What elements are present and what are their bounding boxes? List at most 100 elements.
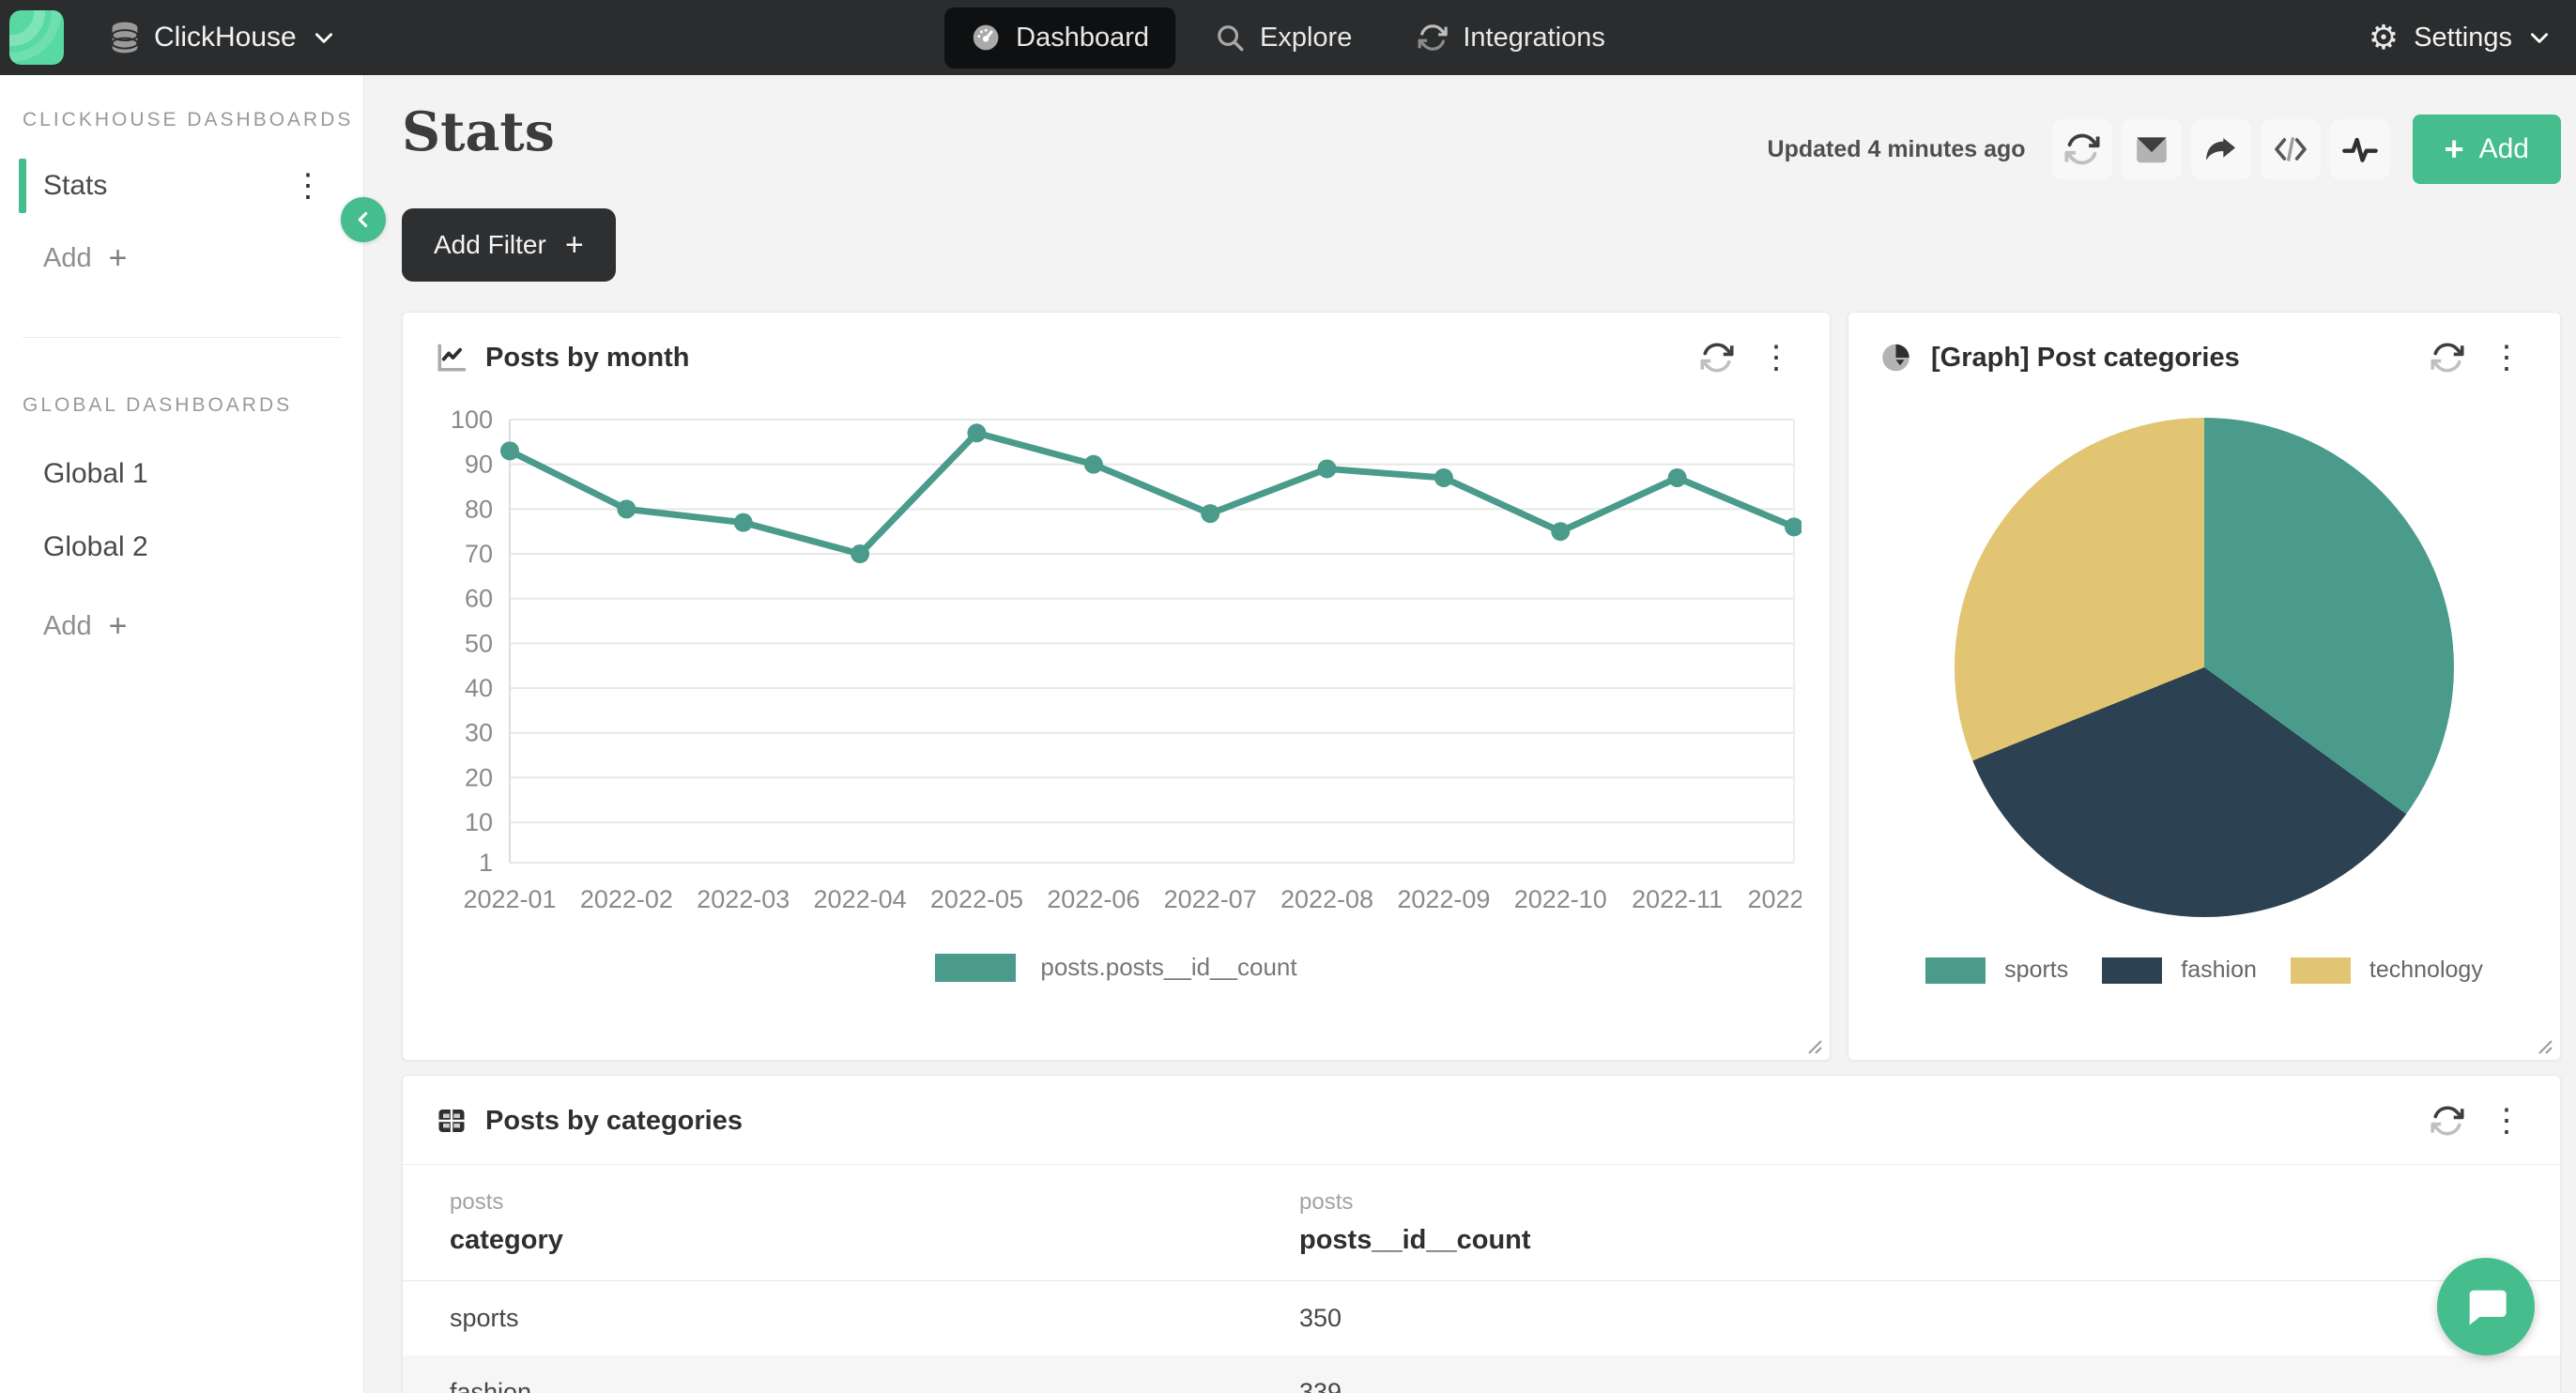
tab-explore-label: Explore: [1260, 23, 1352, 54]
cell-count: 350: [1252, 1281, 2560, 1356]
sidebar-divider: [23, 337, 341, 338]
search-icon: [1215, 23, 1245, 53]
embed-code-button[interactable]: [2261, 119, 2321, 179]
svg-text:70: 70: [465, 540, 493, 568]
share-dashboard-button[interactable]: [2191, 119, 2251, 179]
plus-icon: +: [109, 240, 128, 277]
cell-category: sports: [403, 1281, 1252, 1356]
top-nav: ClickHouse Dashboard Explore: [0, 0, 2576, 75]
tab-integrations-label: Integrations: [1463, 23, 1605, 54]
legend-item-technology: technology: [2291, 957, 2483, 984]
table-row[interactable]: sports 350: [403, 1281, 2560, 1356]
sidebar: CLICKHOUSE DASHBOARDS Stats ⋮ Add + GLOB…: [0, 75, 364, 1393]
refresh-widget-button[interactable]: [2430, 341, 2464, 375]
tab-integrations[interactable]: Integrations: [1391, 8, 1632, 69]
legend-label: posts.posts__id__count: [1040, 953, 1296, 982]
svg-text:2022-02: 2022-02: [580, 885, 673, 913]
pie-chart-legend: sports fashion technology: [1925, 957, 2483, 984]
refresh-widget-button[interactable]: [2430, 1104, 2464, 1138]
tab-dashboard[interactable]: Dashboard: [944, 8, 1175, 69]
brand-label: ClickHouse: [154, 22, 297, 54]
table-row[interactable]: fashion 339: [403, 1355, 2560, 1393]
add-filter-label: Add Filter: [434, 230, 546, 260]
chat-bubble-icon: [2461, 1282, 2510, 1331]
sidebar-section-clickhouse-title: CLICKHOUSE DASHBOARDS: [0, 109, 363, 131]
svg-text:2022-11: 2022-11: [1632, 885, 1723, 913]
mail-icon: [2134, 131, 2170, 167]
legend-swatch: [1925, 957, 1986, 984]
line-chart-legend: posts.posts__id__count: [431, 953, 1802, 982]
card-post-categories-header: [Graph] Post categories ⋮: [1848, 313, 2560, 384]
kebab-icon[interactable]: ⋮: [2481, 1102, 2532, 1140]
svg-text:2022-04: 2022-04: [814, 885, 907, 913]
share-forward-icon: [2203, 131, 2239, 167]
table-icon: [435, 1104, 468, 1138]
svg-text:2022-01: 2022-01: [463, 885, 556, 913]
updated-timestamp: Updated 4 minutes ago: [1768, 136, 2026, 163]
line-chart-plot: 11020304050607080901002022-012022-022022…: [431, 393, 1802, 947]
legend-item-sports: sports: [1925, 957, 2068, 984]
legend-label: fashion: [2181, 957, 2257, 984]
legend-swatch: [2102, 957, 2162, 984]
datasource-switcher[interactable]: ClickHouse: [111, 22, 336, 54]
refresh-icon: [2430, 1104, 2464, 1138]
sidebar-item-global-1[interactable]: Global 1: [0, 458, 363, 490]
svg-text:100: 100: [451, 406, 493, 434]
active-indicator: [19, 159, 26, 213]
refresh-dashboard-button[interactable]: [2052, 119, 2112, 179]
cell-count: 339: [1252, 1355, 2560, 1393]
line-chart-icon: [435, 341, 468, 375]
add-filter-button[interactable]: Add Filter +: [402, 208, 616, 282]
pie-chart-icon: [1880, 341, 1914, 375]
email-dashboard-button[interactable]: [2122, 119, 2182, 179]
tab-dashboard-label: Dashboard: [1016, 23, 1149, 54]
kebab-icon[interactable]: ⋮: [2481, 339, 2532, 376]
main-content: Stats Updated 4 minutes ago: [364, 75, 2576, 1393]
gauge-icon: [971, 23, 1001, 53]
resize-handle[interactable]: [2536, 1037, 2553, 1054]
dashboard-actions: Updated 4 minutes ago: [1768, 103, 2561, 184]
sidebar-add-label: Add: [43, 243, 92, 274]
svg-text:2022-07: 2022-07: [1164, 885, 1257, 913]
refresh-widget-button[interactable]: [1700, 341, 1734, 375]
sidebar-item-stats-label: Stats: [43, 170, 107, 202]
legend-item-fashion: fashion: [2102, 957, 2257, 984]
page-title: Stats: [402, 103, 555, 162]
tab-explore[interactable]: Explore: [1188, 8, 1378, 69]
activity-button[interactable]: [2330, 119, 2390, 179]
chevron-down-icon: [2527, 25, 2552, 50]
add-widget-button[interactable]: + Add: [2413, 115, 2561, 184]
chat-widget-button[interactable]: [2437, 1258, 2535, 1355]
chevron-down-icon: [312, 25, 336, 50]
pie-chart-plot: [1955, 418, 2454, 917]
kebab-icon[interactable]: ⋮: [292, 167, 324, 205]
sidebar-section-global-title: GLOBAL DASHBOARDS: [0, 394, 363, 417]
column-group: posts: [1299, 1189, 2560, 1216]
svg-text:2022-05: 2022-05: [930, 885, 1023, 913]
sidebar-item-global-2[interactable]: Global 2: [0, 531, 363, 563]
card-posts-by-month-header: Posts by month ⋮: [403, 313, 1830, 384]
settings-menu[interactable]: ⚙ Settings: [2369, 21, 2552, 54]
sidebar-item-stats[interactable]: Stats ⋮: [0, 156, 363, 216]
sidebar-collapse-button[interactable]: [341, 197, 386, 242]
sync-icon: [1418, 23, 1448, 53]
plus-icon: +: [565, 227, 584, 264]
svg-text:40: 40: [465, 674, 493, 702]
svg-text:80: 80: [465, 495, 493, 523]
column-name: posts__id__count: [1299, 1225, 2560, 1256]
refresh-icon: [1700, 341, 1734, 375]
refresh-icon: [2064, 131, 2100, 167]
svg-text:90: 90: [465, 451, 493, 479]
refresh-icon: [2430, 341, 2464, 375]
svg-text:1: 1: [479, 849, 493, 877]
sidebar-add-dashboard-button[interactable]: Add +: [0, 240, 363, 277]
app-logo[interactable]: [9, 10, 64, 65]
gear-icon: ⚙: [2369, 21, 2399, 54]
kebab-icon[interactable]: ⋮: [1751, 339, 1802, 376]
resize-handle[interactable]: [1805, 1037, 1822, 1054]
add-widget-label: Add: [2479, 133, 2529, 165]
column-header-category[interactable]: posts category: [403, 1165, 1252, 1281]
column-header-posts-id-count[interactable]: posts posts__id__count: [1252, 1165, 2560, 1281]
app-logo-icon: [9, 10, 64, 65]
sidebar-add-global-dashboard-button[interactable]: Add +: [0, 608, 363, 645]
